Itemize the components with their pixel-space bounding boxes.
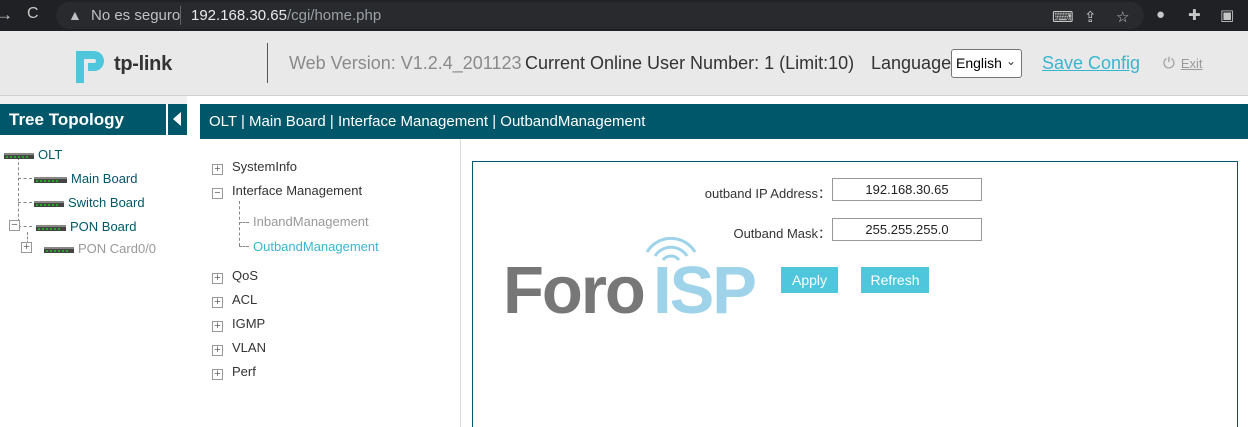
tp-link-logo-icon bbox=[76, 51, 104, 83]
menu-item-label: Perf bbox=[232, 364, 256, 379]
side-panel-icon[interactable]: ▣ bbox=[1220, 6, 1234, 24]
menu-connector bbox=[239, 222, 249, 223]
tree-body: OLT Main Board Switch Board − PON Board … bbox=[0, 135, 187, 427]
breadcrumb: OLT | Main Board | Interface Management … bbox=[200, 104, 1248, 139]
menu-item-vlan[interactable]: + VLAN bbox=[212, 340, 266, 356]
url-host: 192.168.30.65 bbox=[191, 7, 287, 24]
board-device-icon bbox=[34, 200, 64, 207]
refresh-button[interactable]: Refresh bbox=[861, 267, 929, 293]
board-device-icon bbox=[34, 176, 67, 183]
language-label: Language bbox=[871, 53, 952, 73]
menu-connector bbox=[239, 246, 249, 247]
menu-item-label: SystemInfo bbox=[232, 159, 298, 174]
expand-icon: + bbox=[212, 345, 223, 356]
tree-node-olt[interactable]: OLT bbox=[4, 147, 62, 162]
olt-device-icon bbox=[4, 152, 34, 159]
ip-address-input[interactable]: 192.168.30.65 bbox=[832, 178, 982, 201]
foroisp-watermark: Foro ISP bbox=[503, 230, 768, 328]
warning-icon[interactable]: ▲ bbox=[68, 7, 82, 23]
menu-item-label: QoS bbox=[232, 268, 259, 283]
language-select[interactable]: English ⌄ bbox=[951, 49, 1022, 78]
tree-node-label: PON Card0/0 bbox=[78, 241, 157, 256]
tree-node-label: OLT bbox=[38, 147, 63, 162]
tree-node-label: Main Board bbox=[71, 171, 138, 186]
translate-icon[interactable]: ⌨ bbox=[1052, 8, 1074, 26]
collapse-panel-button[interactable] bbox=[166, 104, 187, 135]
collapse-icon: − bbox=[212, 188, 223, 199]
expand-icon: + bbox=[212, 321, 223, 332]
menu-item-label: Interface Management bbox=[232, 183, 363, 198]
logo-wordmark: tp-link bbox=[114, 53, 172, 75]
online-user-count: Current Online User Number: 1 (Limit:10) bbox=[525, 53, 855, 73]
menu-subitem-inband[interactable]: InbandManagement bbox=[253, 214, 369, 229]
address-bar[interactable]: ▲ No es seguro 192.168.30.65/cgi/home.ph… bbox=[56, 2, 1144, 29]
forward-icon[interactable]: → bbox=[0, 5, 13, 25]
watermark-text-a: Foro bbox=[503, 253, 646, 328]
address-separator bbox=[180, 6, 181, 25]
header-divider bbox=[267, 43, 268, 83]
url-text[interactable]: 192.168.30.65/cgi/home.php bbox=[191, 7, 381, 24]
tp-link-logo: tp-link bbox=[68, 41, 188, 85]
menu-item-acl[interactable]: + ACL bbox=[212, 292, 257, 308]
menu-item-label: IGMP bbox=[232, 316, 266, 331]
menu-item-label: VLAN bbox=[232, 340, 266, 355]
bookmark-star-icon[interactable]: ☆ bbox=[1116, 8, 1129, 26]
tree-node-pon-card[interactable]: PON Card0/0 bbox=[44, 241, 156, 256]
expand-icon: + bbox=[212, 164, 223, 175]
menu-item-label: ACL bbox=[232, 292, 258, 307]
menu-item-perf[interactable]: + Perf bbox=[212, 364, 256, 380]
tree-node-switch-board[interactable]: Switch Board bbox=[34, 195, 145, 210]
tree-expand-toggle[interactable]: + bbox=[21, 242, 32, 253]
menu-connector bbox=[239, 201, 240, 246]
tree-node-label: Switch Board bbox=[68, 195, 145, 210]
tree-connector bbox=[18, 226, 32, 227]
browser-toolbar: → C ▲ No es seguro 192.168.30.65/cgi/hom… bbox=[0, 0, 1248, 31]
tree-connector bbox=[18, 157, 19, 227]
tree-connector bbox=[18, 178, 32, 179]
tree-collapse-toggle[interactable]: − bbox=[9, 220, 20, 231]
menu-item-igmp[interactable]: + IGMP bbox=[212, 316, 265, 332]
language-select-value: English bbox=[956, 55, 1002, 71]
web-version: Web Version: V1.2.4_201123 bbox=[289, 53, 522, 73]
security-label[interactable]: No es seguro bbox=[91, 7, 180, 24]
watermark-text-b: ISP bbox=[653, 253, 757, 328]
tree-node-main-board[interactable]: Main Board bbox=[34, 171, 137, 186]
tree-node-label: PON Board bbox=[70, 219, 137, 234]
collapse-arrow-icon bbox=[173, 112, 181, 126]
expand-icon: + bbox=[212, 297, 223, 308]
top-header: tp-link Web Version: V1.2.4_201123 Curre… bbox=[0, 31, 1248, 96]
expand-icon: + bbox=[212, 369, 223, 380]
power-icon: ⏻ bbox=[1163, 55, 1175, 72]
save-config-link[interactable]: Save Config bbox=[1042, 53, 1140, 74]
tree-header: Tree Topology bbox=[0, 104, 187, 135]
exit-button[interactable]: ⏻ Exit bbox=[1163, 55, 1203, 72]
reload-icon[interactable]: C bbox=[27, 5, 39, 23]
extensions-puzzle-icon[interactable]: ✚ bbox=[1188, 6, 1201, 24]
mask-input[interactable]: 255.255.255.0 bbox=[832, 218, 982, 241]
menu-item-systeminfo[interactable]: + SystemInfo bbox=[212, 159, 297, 175]
extension-avatar-icon[interactable]: ● bbox=[1156, 6, 1165, 23]
share-icon[interactable]: ⇪ bbox=[1084, 8, 1097, 26]
outband-management-form: outband IP Address： 192.168.30.65 Outban… bbox=[472, 161, 1238, 427]
tree-title: Tree Topology bbox=[9, 110, 124, 129]
tree-connector bbox=[18, 202, 32, 203]
ip-address-label: outband IP Address： bbox=[704, 186, 831, 201]
card-device-icon bbox=[44, 246, 74, 253]
url-path: /cgi/home.php bbox=[286, 7, 382, 24]
apply-button[interactable]: Apply bbox=[781, 267, 838, 293]
tree-node-pon-board[interactable]: PON Board bbox=[36, 219, 136, 234]
function-menu: + SystemInfo − Interface Management Inband… bbox=[200, 139, 461, 427]
board-device-icon bbox=[36, 224, 66, 231]
menu-item-interface-management[interactable]: − Interface Management bbox=[212, 183, 362, 199]
tree-topology-panel: Tree Topology OLT Main Board Switch Boar… bbox=[0, 96, 187, 427]
menu-subitem-outband[interactable]: OutbandManagement bbox=[253, 239, 379, 254]
exit-label: Exit bbox=[1180, 56, 1203, 71]
chevron-down-icon: ⌄ bbox=[1005, 54, 1016, 68]
menu-item-qos[interactable]: + QoS bbox=[212, 268, 258, 284]
expand-icon: + bbox=[212, 273, 223, 284]
